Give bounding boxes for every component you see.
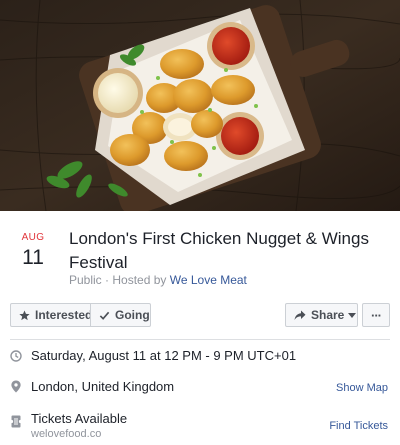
- star-icon: [19, 309, 30, 320]
- caret-down-icon: [348, 312, 357, 318]
- event-date-month: AUG: [21, 232, 45, 243]
- event-subtitle: Public · Hosted by We Love Meat: [69, 273, 247, 287]
- event-header: AUG 11 London's First Chicken Nugget & W…: [0, 211, 400, 296]
- tickets-available-label: Tickets Available: [31, 411, 128, 426]
- going-button-label: Going: [115, 308, 150, 322]
- show-map-link[interactable]: Show Map: [336, 381, 388, 395]
- more-options-button[interactable]: ···: [362, 303, 390, 327]
- event-datetime: Saturday, August 11 at 12 PM - 9 PM UTC+…: [31, 348, 297, 363]
- tickets-site[interactable]: welovefood.co: [31, 428, 101, 441]
- share-arrow-icon: [294, 310, 306, 320]
- check-icon: [99, 311, 110, 320]
- event-cover-photo[interactable]: [0, 0, 400, 211]
- share-button-label: Share: [311, 308, 345, 322]
- interested-button-label: Interested: [35, 308, 93, 322]
- clock-icon: [10, 350, 22, 362]
- divider: [10, 339, 390, 340]
- event-actions: Interested Going Share ···: [10, 303, 390, 327]
- event-date-day: 11: [22, 246, 44, 269]
- event-location-row: London, United Kingdom Show Map: [0, 379, 400, 395]
- event-title: London's First Chicken Nugget & Wings Fe…: [69, 229, 369, 272]
- going-button[interactable]: Going: [90, 303, 151, 327]
- map-pin-icon: [11, 380, 21, 393]
- event-tickets-row: Tickets Available welovefood.co Find Tic…: [0, 411, 400, 441]
- share-button[interactable]: Share: [285, 303, 358, 327]
- event-visibility: Public · Hosted by: [69, 273, 167, 287]
- event-host-link[interactable]: We Love Meat: [170, 273, 247, 287]
- more-dots-icon: ···: [371, 307, 382, 323]
- event-date-badge: AUG 11: [16, 232, 50, 271]
- event-datetime-row: Saturday, August 11 at 12 PM - 9 PM UTC+…: [0, 348, 400, 364]
- find-tickets-link[interactable]: Find Tickets: [329, 419, 388, 433]
- ticket-icon: [11, 415, 21, 428]
- interested-button[interactable]: Interested: [10, 303, 93, 327]
- event-location: London, United Kingdom: [31, 379, 175, 394]
